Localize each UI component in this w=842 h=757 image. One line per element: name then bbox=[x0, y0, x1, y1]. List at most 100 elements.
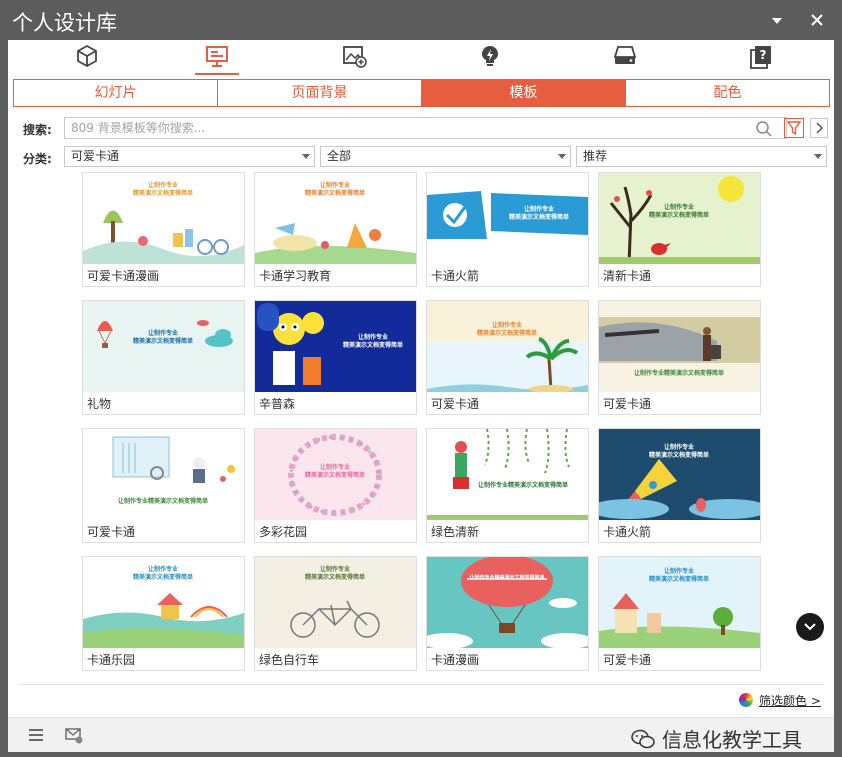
category-label: 分类: bbox=[23, 152, 52, 166]
drive-icon[interactable] bbox=[612, 43, 638, 69]
template-caption: 卡通火箭 bbox=[431, 269, 480, 283]
svg-text:精美演示文档变得简单: 精美演示文档变得简单 bbox=[133, 189, 193, 197]
template-thumbnail: 让制作专业 精美演示文档变得简单 bbox=[83, 557, 244, 648]
svg-text:让制作专业精美演示文档变得简单: 让制作专业精美演示文档变得简单 bbox=[634, 369, 724, 377]
scroll-down-button[interactable] bbox=[796, 613, 824, 641]
category-select-value: 可爱卡通 bbox=[71, 149, 120, 163]
template-card[interactable]: 让制作专业 精美演示文档变得简单 卡通火箭 bbox=[426, 172, 589, 287]
filter-icon[interactable] bbox=[784, 118, 804, 138]
template-caption: 可爱卡通 bbox=[87, 525, 136, 539]
template-thumbnail: 让制作专业 精美演示文档变得简单 bbox=[255, 557, 416, 648]
template-card[interactable]: 让制作专业 精美演示文档变得简单 可爱卡通 bbox=[598, 556, 761, 671]
template-thumbnail: 让制作专业 精美演示文档变得简单 bbox=[255, 173, 416, 264]
template-caption: 卡通乐园 bbox=[87, 653, 136, 667]
svg-text:精美演示文档变得简单: 精美演示文档变得简单 bbox=[649, 451, 709, 459]
svg-text:让制作专业: 让制作专业 bbox=[148, 181, 178, 189]
template-card[interactable]: 让制作专业 精美演示文档变得简单 辛普森 bbox=[254, 300, 417, 415]
category-select[interactable]: 可爱卡通 bbox=[64, 146, 315, 167]
svg-text:让制作专业: 让制作专业 bbox=[664, 567, 694, 575]
svg-text:让制作专业精美演示文档变得简单: 让制作专业精美演示文档变得简单 bbox=[469, 574, 544, 581]
template-caption: 可爱卡通 bbox=[603, 397, 652, 411]
svg-text:精美演示文档变得简单: 精美演示文档变得简单 bbox=[133, 337, 193, 345]
template-thumbnail: 让制作专业 精美演示文档变得简单 bbox=[599, 173, 760, 264]
dropdown-menu-icon[interactable] bbox=[767, 10, 787, 30]
template-caption: 卡通火箭 bbox=[603, 525, 652, 539]
svg-text:?: ? bbox=[760, 48, 767, 62]
template-card[interactable]: 让制作专业精美演示文档变得简单 可爱卡通 bbox=[82, 428, 245, 543]
cube-icon[interactable] bbox=[74, 43, 100, 69]
template-caption: 多彩花园 bbox=[259, 525, 308, 539]
tab-color-schemes[interactable]: 配色 bbox=[626, 80, 829, 106]
svg-text:让制作专业: 让制作专业 bbox=[148, 565, 178, 573]
svg-text:让制作专业: 让制作专业 bbox=[492, 321, 522, 329]
chevron-down-icon bbox=[804, 623, 816, 631]
sort-select-value: 推荐 bbox=[583, 149, 608, 163]
chevron-down-icon bbox=[302, 154, 310, 159]
sort-select[interactable]: 推荐 bbox=[576, 146, 827, 167]
svg-text:精美演示文档变得简单: 精美演示文档变得简单 bbox=[649, 575, 709, 583]
template-thumbnail: 让制作专业精美演示文档变得简单 bbox=[427, 557, 588, 648]
search-input[interactable] bbox=[64, 117, 787, 139]
svg-text:让制作专业: 让制作专业 bbox=[358, 333, 388, 341]
main-panel: ? 幻灯片 页面背景 模板 配色 搜索: 分类: 可爱卡通 全部 推荐 让制作专… bbox=[8, 40, 834, 717]
template-caption: 礼物 bbox=[87, 397, 112, 411]
tab-templates[interactable]: 模板 bbox=[422, 80, 626, 106]
bulb-icon[interactable] bbox=[477, 43, 503, 69]
template-thumbnail: 让制作专业 精美演示文档变得简单 bbox=[83, 301, 244, 392]
menu-icon[interactable] bbox=[26, 725, 46, 745]
template-card[interactable]: 让制作专业精美演示文档变得简单 绿色清新 bbox=[426, 428, 589, 543]
template-card[interactable]: 让制作专业 精美演示文档变得简单 可爱卡通 bbox=[426, 300, 589, 415]
svg-text:让制作专业: 让制作专业 bbox=[320, 181, 350, 189]
template-card[interactable]: 让制作专业 精美演示文档变得简单 可爱卡通漫画 bbox=[82, 172, 245, 287]
template-thumbnail: 让制作专业 精美演示文档变得简单 bbox=[599, 557, 760, 648]
template-thumbnail: 让制作专业精美演示文档变得简单 bbox=[427, 429, 588, 520]
footer-bar: 信息化教学工具 bbox=[8, 717, 834, 752]
divider bbox=[20, 684, 824, 685]
template-card[interactable]: 让制作专业 精美演示文档变得简单 卡通乐园 bbox=[82, 556, 245, 671]
wechat-icon bbox=[631, 729, 655, 748]
search-label: 搜索: bbox=[23, 123, 52, 137]
watermark: 信息化教学工具 bbox=[630, 724, 802, 753]
template-card[interactable]: 让制作专业精美演示文档变得简单 可爱卡通 bbox=[598, 300, 761, 415]
chevron-right-icon[interactable] bbox=[810, 118, 828, 138]
template-caption: 可爱卡通 bbox=[431, 397, 480, 411]
help-icon[interactable]: ? bbox=[748, 43, 774, 69]
template-card[interactable]: 让制作专业 精美演示文档变得简单 多彩花园 bbox=[254, 428, 417, 543]
filter-color-link[interactable]: 筛选颜色 > bbox=[739, 692, 821, 708]
template-card[interactable]: 让制作专业 精美演示文档变得简单 卡通火箭 bbox=[598, 428, 761, 543]
window-title: 个人设计库 bbox=[12, 11, 117, 35]
template-thumbnail: 让制作专业 精美演示文档变得简单 bbox=[427, 301, 588, 392]
template-caption: 绿色清新 bbox=[431, 525, 480, 539]
subcategory-select[interactable]: 全部 bbox=[320, 146, 571, 167]
template-thumbnail: 让制作专业精美演示文档变得简单 bbox=[83, 429, 244, 520]
template-card[interactable]: 让制作专业 精美演示文档变得简单 卡通学习教育 bbox=[254, 172, 417, 287]
svg-text:精美演示文档变得简单: 精美演示文档变得简单 bbox=[509, 213, 569, 221]
svg-text:让制作专业: 让制作专业 bbox=[664, 443, 694, 451]
mail-settings-icon[interactable] bbox=[64, 725, 84, 745]
tab-slides[interactable]: 幻灯片 bbox=[14, 80, 218, 106]
search-icon[interactable] bbox=[755, 120, 773, 138]
template-card[interactable]: 让制作专业 精美演示文档变得简单 绿色自行车 bbox=[254, 556, 417, 671]
subcategory-select-value: 全部 bbox=[327, 149, 352, 163]
svg-text:让制作专业: 让制作专业 bbox=[148, 329, 178, 337]
template-caption: 辛普森 bbox=[259, 397, 296, 411]
template-card[interactable]: 让制作专业 精美演示文档变得简单 清新卡通 bbox=[598, 172, 761, 287]
template-card[interactable]: 让制作专业精美演示文档变得简单 卡通漫画 bbox=[426, 556, 589, 671]
template-caption: 可爱卡通漫画 bbox=[87, 269, 160, 283]
chevron-down-icon bbox=[558, 154, 566, 159]
image-add-icon[interactable] bbox=[341, 43, 367, 69]
svg-text:让制作专业: 让制作专业 bbox=[320, 565, 350, 573]
template-caption: 清新卡通 bbox=[603, 269, 652, 283]
template-card[interactable]: 让制作专业 精美演示文档变得简单 礼物 bbox=[82, 300, 245, 415]
template-thumbnail: 让制作专业 精美演示文档变得简单 bbox=[599, 429, 760, 520]
svg-text:让制作专业精美演示文档变得简单: 让制作专业精美演示文档变得简单 bbox=[478, 481, 568, 489]
presentation-icon[interactable] bbox=[195, 43, 239, 75]
template-caption: 卡通学习教育 bbox=[259, 269, 332, 283]
category-icon-bar: ? bbox=[8, 40, 834, 75]
svg-text:精美演示文档变得简单: 精美演示文档变得简单 bbox=[305, 573, 365, 581]
tab-page-background[interactable]: 页面背景 bbox=[218, 80, 422, 106]
svg-text:精美演示文档变得简单: 精美演示文档变得简单 bbox=[477, 329, 537, 337]
chevron-down-icon bbox=[814, 154, 822, 159]
svg-text:让制作专业精美演示文档变得简单: 让制作专业精美演示文档变得简单 bbox=[118, 497, 208, 505]
close-icon[interactable] bbox=[807, 10, 827, 30]
